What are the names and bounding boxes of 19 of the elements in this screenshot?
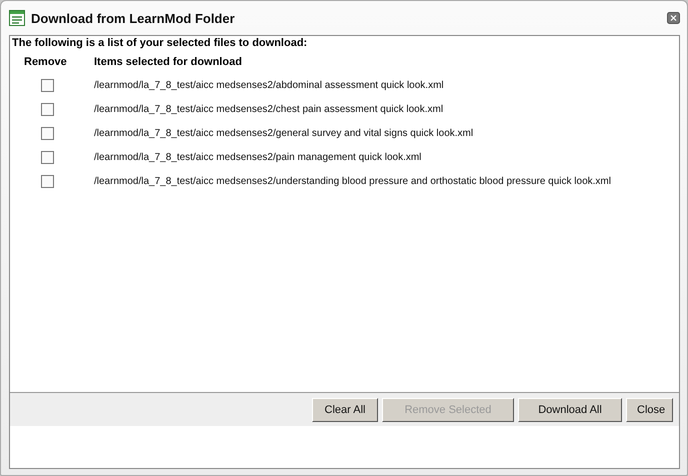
remove-checkbox[interactable] xyxy=(41,102,54,116)
file-path: /learnmod/la_7_8_test/aicc medsenses2/chest pain assessment quick look.xml xyxy=(94,104,444,114)
window-title: Download from LearnMod Folder xyxy=(31,10,236,26)
file-path: /learnmod/la_7_8_test/aicc medsenses2/general survey and vital signs quick look.xml xyxy=(94,128,474,138)
column-header: Items selected for download xyxy=(94,56,243,68)
action-button[interactable]: Clear All xyxy=(312,398,378,422)
file-path: /learnmod/la_7_8_test/aicc medsenses2/abdominal assessment quick look.xml xyxy=(94,80,445,90)
remove-checkbox[interactable] xyxy=(41,78,54,92)
list-window-icon xyxy=(9,10,25,26)
file-path: /learnmod/la_7_8_test/aicc medsenses2/understanding blood pressure and orthostatic blood pressure quick look.xml xyxy=(94,176,612,186)
close-icon[interactable] xyxy=(667,12,680,24)
file-path: /learnmod/la_7_8_test/aicc medsenses2/pain management quick look.xml xyxy=(94,152,422,162)
column-header: Remove xyxy=(24,56,68,68)
intro-text: The following is a list of your selected files to download: xyxy=(12,37,308,49)
remove-checkbox[interactable] xyxy=(41,126,54,140)
remove-checkbox[interactable] xyxy=(41,150,54,164)
action-button[interactable]: Download All xyxy=(518,398,622,422)
remove-checkbox[interactable] xyxy=(41,174,54,188)
action-button[interactable]: Close xyxy=(626,398,673,422)
